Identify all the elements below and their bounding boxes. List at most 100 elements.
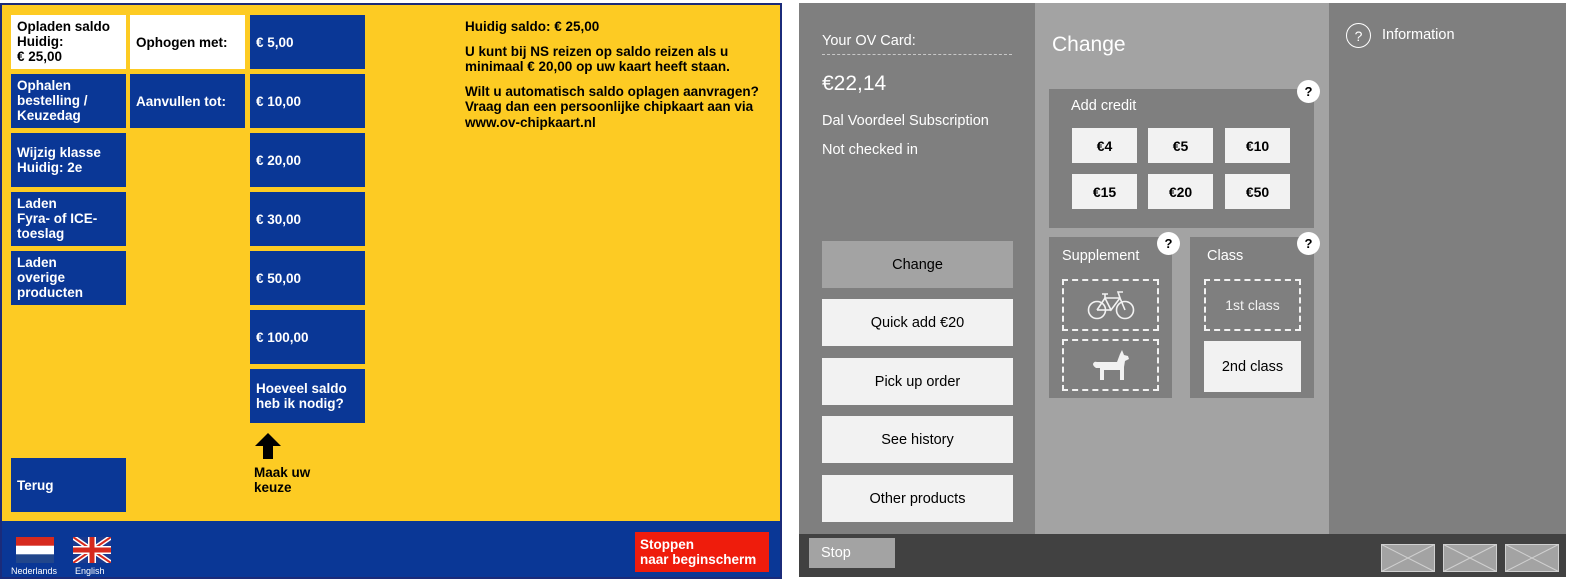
menu-pick-up-label: Pick up order bbox=[874, 373, 961, 390]
menu-quick-add-button[interactable]: Quick add €20 bbox=[822, 299, 1013, 346]
amount-button-10[interactable]: € 10,00 bbox=[250, 74, 365, 128]
menu-overige-line3: producten bbox=[17, 285, 83, 300]
amount-label: € 5,00 bbox=[256, 34, 294, 50]
checkin-status: Not checked in bbox=[822, 142, 918, 158]
mode-ophogen-label: Ophogen met: bbox=[136, 34, 228, 50]
first-class-option[interactable]: 1st class bbox=[1204, 279, 1301, 331]
card-balance: €22,14 bbox=[822, 72, 887, 95]
arrow-up-icon bbox=[255, 433, 281, 459]
info-text: Huidig saldo: € 25,00 U kunt bij NS reiz… bbox=[465, 19, 775, 139]
stop-line2: naar beginscherm bbox=[640, 552, 757, 567]
information-icon[interactable]: ? bbox=[1346, 23, 1371, 48]
amount-button-5[interactable]: € 5,00 bbox=[250, 15, 365, 69]
menu-opladen-line2: Huidig: bbox=[17, 34, 64, 49]
credit-amount-button-50[interactable]: €50 bbox=[1225, 174, 1290, 209]
add-credit-help-icon[interactable]: ? bbox=[1297, 80, 1320, 103]
menu-klasse-line2: Huidig: 2e bbox=[17, 160, 83, 175]
amount-button-50[interactable]: € 50,00 bbox=[250, 251, 365, 305]
dog-icon bbox=[1092, 350, 1129, 380]
information-column bbox=[1329, 3, 1566, 534]
menu-pick-up-order-button[interactable]: Pick up order bbox=[822, 358, 1013, 405]
page-title: Change bbox=[1052, 33, 1126, 56]
supplement-help-icon[interactable]: ? bbox=[1157, 232, 1180, 255]
amount-label: € 50,00 bbox=[256, 270, 302, 286]
current-balance-text: Huidig saldo: € 25,00 bbox=[465, 19, 600, 34]
divider bbox=[822, 54, 1012, 55]
amount-label: € 10,00 bbox=[256, 93, 302, 109]
second-class-option[interactable]: 2nd class bbox=[1204, 341, 1301, 392]
stop-line1: Stoppen bbox=[640, 537, 694, 552]
bicycle-supplement-option[interactable] bbox=[1062, 279, 1159, 331]
card-label: Your OV Card: bbox=[822, 33, 916, 49]
dutch-flag-icon[interactable] bbox=[16, 537, 54, 563]
info-p2-link: www.ov-chipkaart.nl bbox=[465, 114, 596, 130]
help-saldo-button[interactable]: Hoeveel saldo heb ik nodig? bbox=[250, 369, 365, 423]
menu-klasse-line1: Wijzig klasse bbox=[17, 145, 101, 160]
credit-amount-button-10[interactable]: €10 bbox=[1225, 128, 1290, 163]
amount-button-20[interactable]: € 20,00 bbox=[250, 133, 365, 187]
instruction-text: Maak uw keuze bbox=[254, 465, 344, 495]
menu-ophalen-line3: Keuzedag bbox=[17, 108, 81, 123]
amount-label: € 20,00 bbox=[256, 152, 302, 168]
menu-laden-overige[interactable]: Laden overige producten bbox=[11, 251, 126, 305]
menu-opladen-saldo[interactable]: Opladen saldo Huidig: € 25,00 bbox=[11, 15, 126, 69]
info-paragraph-2: Wilt u automatisch saldo oplagen aanvrag… bbox=[465, 84, 775, 131]
uk-flag-icon[interactable] bbox=[73, 537, 111, 563]
amount-button-100[interactable]: € 100,00 bbox=[250, 310, 365, 364]
supplement-label: Supplement bbox=[1062, 248, 1140, 264]
placeholder-image-icon[interactable] bbox=[1381, 544, 1435, 572]
mode-aanvullen-button[interactable]: Aanvullen tot: bbox=[130, 74, 245, 128]
menu-ophalen-line1: Ophalen bbox=[17, 78, 72, 93]
menu-fyra-line2: Fyra- of ICE- bbox=[17, 211, 98, 226]
instruction-line2: keuze bbox=[254, 480, 292, 495]
add-credit-label: Add credit bbox=[1071, 98, 1137, 114]
help-line1: Hoeveel saldo bbox=[256, 381, 347, 396]
mode-ophogen-button[interactable]: Ophogen met: bbox=[130, 15, 245, 69]
amount-button-30[interactable]: € 30,00 bbox=[250, 192, 365, 246]
menu-overige-line1: Laden bbox=[17, 255, 57, 270]
language-nl-label[interactable]: Nederlands bbox=[11, 566, 57, 576]
menu-ophalen-bestelling[interactable]: Ophalen bestelling / Keuzedag bbox=[11, 74, 126, 128]
menu-fyra-line1: Laden bbox=[17, 196, 57, 211]
menu-opladen-line1: Opladen saldo bbox=[17, 19, 111, 34]
info-p2-line2: Vraag dan een persoonlijke chipkaart aan… bbox=[465, 99, 754, 114]
menu-overige-line2: overige bbox=[17, 270, 66, 285]
ov-mockup-screen: Your OV Card: €22,14 Dal Voordeel Subscr… bbox=[799, 3, 1566, 577]
menu-see-history-button[interactable]: See history bbox=[822, 416, 1013, 463]
back-button[interactable]: Terug bbox=[11, 458, 126, 512]
help-line2: heb ik nodig? bbox=[256, 396, 344, 411]
stop-to-home-button[interactable]: Stoppen naar beginscherm bbox=[635, 532, 769, 572]
placeholder-image-icon[interactable] bbox=[1505, 544, 1559, 572]
info-p1-line2: minimaal € 20,00 op uw kaart heeft staan… bbox=[465, 59, 730, 74]
credit-amount-button-20[interactable]: €20 bbox=[1148, 174, 1213, 209]
instruction-line1: Maak uw bbox=[254, 465, 311, 480]
dog-supplement-option[interactable] bbox=[1062, 339, 1159, 391]
subscription-name: Dal Voordeel Subscription bbox=[822, 113, 989, 129]
class-help-icon[interactable]: ? bbox=[1297, 232, 1320, 255]
menu-laden-toeslag[interactable]: Laden Fyra- of ICE- toeslag bbox=[11, 192, 126, 246]
credit-amount-button-15[interactable]: €15 bbox=[1072, 174, 1137, 209]
info-paragraph-1: U kunt bij NS reizen op saldo reizen als… bbox=[465, 44, 775, 75]
menu-fyra-line3: toeslag bbox=[17, 226, 65, 241]
menu-other-products-button[interactable]: Other products bbox=[822, 475, 1013, 522]
credit-amount-button-5[interactable]: €5 bbox=[1148, 128, 1213, 163]
language-en-label[interactable]: English bbox=[75, 566, 105, 576]
placeholder-image-icon[interactable] bbox=[1443, 544, 1497, 572]
menu-wijzig-klasse[interactable]: Wijzig klasse Huidig: 2e bbox=[11, 133, 126, 187]
info-p1-line1: U kunt bij NS reizen op saldo reizen als… bbox=[465, 43, 729, 59]
menu-ophalen-line2: bestelling / bbox=[17, 93, 88, 108]
class-label: Class bbox=[1207, 248, 1244, 264]
menu-history-label: See history bbox=[881, 431, 954, 448]
menu-change-label: Change bbox=[892, 256, 943, 273]
stop-button[interactable]: Stop bbox=[809, 538, 895, 568]
mode-aanvullen-label: Aanvullen tot: bbox=[136, 93, 226, 109]
info-p2-line1: Wilt u automatisch saldo oplagen aanvrag… bbox=[465, 83, 759, 99]
stop-label: Stop bbox=[821, 545, 851, 561]
credit-amount-button-4[interactable]: €4 bbox=[1072, 128, 1137, 163]
bicycle-icon bbox=[1087, 291, 1134, 320]
ns-kiosk-screen: Opladen saldo Huidig: € 25,00 Ophalen be… bbox=[0, 3, 782, 579]
amount-label: € 100,00 bbox=[256, 329, 309, 345]
information-link[interactable]: Information bbox=[1382, 27, 1455, 43]
menu-change-button[interactable]: Change bbox=[822, 241, 1013, 288]
menu-opladen-line3: € 25,00 bbox=[17, 49, 63, 64]
